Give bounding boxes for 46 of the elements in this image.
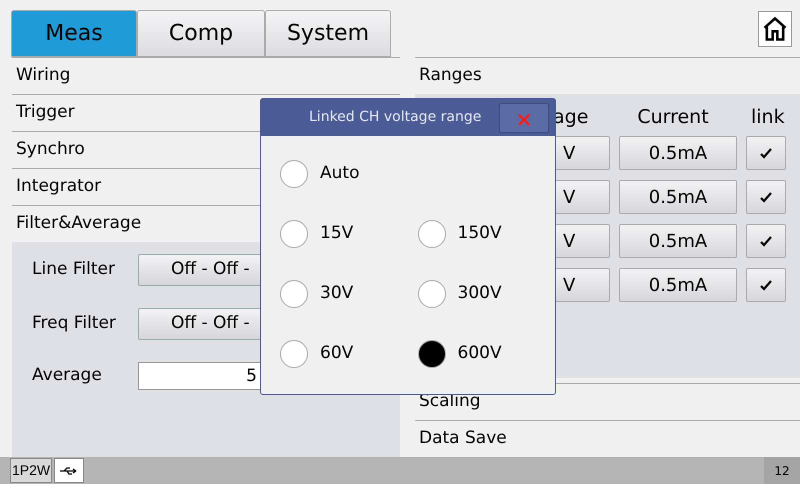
field-label: Freq Filter [32, 312, 117, 336]
home-icon [761, 15, 789, 43]
column-header: link [750, 104, 785, 130]
radio-button[interactable] [418, 280, 446, 308]
tab[interactable]: Comp [137, 10, 265, 57]
radio-label: 600V [458, 342, 502, 366]
link-checkbox[interactable] [746, 136, 786, 170]
check-icon [760, 191, 772, 203]
section-header[interactable]: Synchro [16, 137, 85, 163]
section-header[interactable]: Trigger [16, 100, 75, 126]
section-header[interactable]: Wiring [16, 63, 70, 89]
radio-button[interactable] [280, 340, 308, 368]
radio-button[interactable] [418, 340, 446, 368]
tab[interactable]: System [265, 10, 391, 57]
radio-button[interactable] [280, 220, 308, 248]
section-header[interactable]: Ranges [419, 63, 482, 89]
radio-label: 60V [320, 342, 354, 366]
wiring-indicator: 1P2W [10, 458, 52, 483]
radio-button[interactable] [418, 220, 446, 248]
home-button[interactable] [758, 11, 792, 47]
radio-label: 15V [320, 222, 354, 246]
field-label: Line Filter [32, 258, 116, 282]
radio-label: 300V [458, 282, 502, 306]
link-checkbox[interactable] [746, 224, 786, 258]
radio-label: Auto [320, 162, 360, 186]
current-range-button[interactable]: 0.5mA [619, 268, 737, 302]
check-icon [760, 279, 772, 291]
radio-button[interactable] [280, 280, 308, 308]
radio-button[interactable] [280, 160, 308, 188]
field-label: Average [32, 364, 103, 388]
section-header[interactable]: Integrator [16, 174, 102, 200]
radio-label: 150V [458, 222, 502, 246]
section-header[interactable]: Data Save [419, 426, 507, 452]
link-checkbox[interactable] [746, 180, 786, 214]
column-header: Current [636, 104, 710, 130]
section-header[interactable]: Filter&Average [16, 211, 142, 237]
current-range-button[interactable]: 0.5mA [619, 180, 737, 214]
dialog-title: Linked CH voltage range [309, 108, 482, 127]
check-icon [760, 147, 772, 159]
check-icon [760, 235, 772, 247]
page-number: 12 [764, 457, 800, 484]
tab[interactable]: Meas [11, 10, 137, 57]
current-range-button[interactable]: 0.5mA [619, 224, 737, 258]
radio-label: 30V [320, 282, 354, 306]
link-checkbox[interactable] [746, 268, 786, 302]
current-range-button[interactable]: 0.5mA [619, 136, 737, 170]
